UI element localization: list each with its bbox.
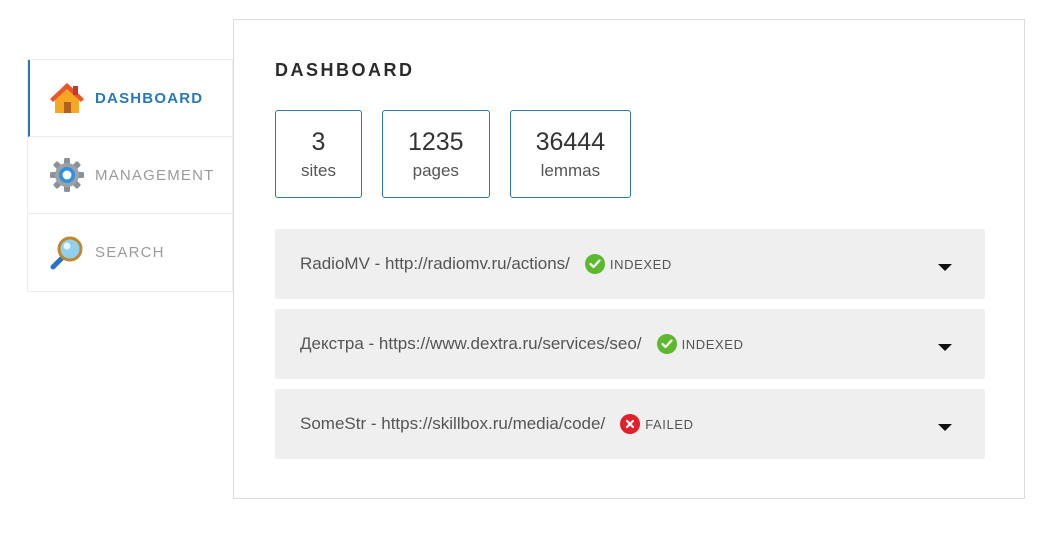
magnifier-icon bbox=[49, 235, 85, 271]
sidebar-item-label: MANAGEMENT bbox=[95, 166, 215, 184]
status-text: FAILED bbox=[645, 416, 694, 432]
site-name: SomeStr - https://skillbox.ru/media/code… bbox=[300, 414, 606, 433]
stat-value: 3 bbox=[311, 128, 326, 156]
home-icon bbox=[49, 80, 85, 116]
gear-icon bbox=[49, 157, 85, 193]
error-icon bbox=[620, 414, 641, 434]
site-row-radiomv[interactable]: RadioMV - http://radiomv.ru/actions/ IND… bbox=[275, 229, 985, 299]
status-badge: INDEXED bbox=[584, 254, 672, 274]
site-list: RadioMV - http://radiomv.ru/actions/ IND… bbox=[275, 229, 985, 469]
stat-value: 1235 bbox=[407, 128, 464, 156]
stat-pages: 1235 pages bbox=[381, 110, 490, 198]
status-text: INDEXED bbox=[609, 256, 672, 272]
page-title: DASHBOARD bbox=[275, 60, 415, 80]
site-row-dextra[interactable]: Декстра - https://www.dextra.ru/services… bbox=[275, 309, 985, 379]
check-icon bbox=[584, 254, 605, 274]
site-row-somestr[interactable]: SomeStr - https://skillbox.ru/media/code… bbox=[275, 389, 985, 459]
stats-row: 3 sites 1235 pages 36444 lemmas bbox=[275, 110, 632, 198]
stat-label: lemmas bbox=[540, 161, 601, 180]
site-name: Декстра - https://www.dextra.ru/services… bbox=[300, 334, 642, 353]
status-badge: FAILED bbox=[620, 414, 693, 434]
stat-value: 36444 bbox=[535, 128, 606, 156]
stat-label: sites bbox=[301, 161, 336, 180]
chevron-down-icon[interactable] bbox=[937, 339, 953, 357]
sidebar-item-label: SEARCH bbox=[95, 244, 165, 261]
sidebar-item-search[interactable]: SEARCH bbox=[28, 214, 232, 291]
stat-sites: 3 sites bbox=[275, 110, 362, 198]
sidebar-item-dashboard[interactable]: DASHBOARD bbox=[28, 60, 232, 137]
site-name: RadioMV - http://radiomv.ru/actions/ bbox=[300, 254, 570, 273]
sidebar-item-management[interactable]: MANAGEMENT bbox=[28, 137, 232, 214]
chevron-down-icon[interactable] bbox=[937, 419, 953, 437]
sidebar-item-label: DASHBOARD bbox=[95, 89, 204, 107]
check-icon bbox=[656, 334, 677, 354]
chevron-down-icon[interactable] bbox=[937, 259, 953, 277]
stat-lemmas: 36444 lemmas bbox=[509, 110, 632, 198]
status-badge: INDEXED bbox=[656, 334, 744, 354]
status-text: INDEXED bbox=[681, 336, 744, 352]
dashboard-panel: DASHBOARD 3 sites 1235 pages 36444 lemma… bbox=[233, 19, 1025, 499]
sidebar: DASHBOARD MANAGEMENT SEARCH bbox=[27, 59, 233, 292]
stat-label: pages bbox=[412, 161, 459, 180]
